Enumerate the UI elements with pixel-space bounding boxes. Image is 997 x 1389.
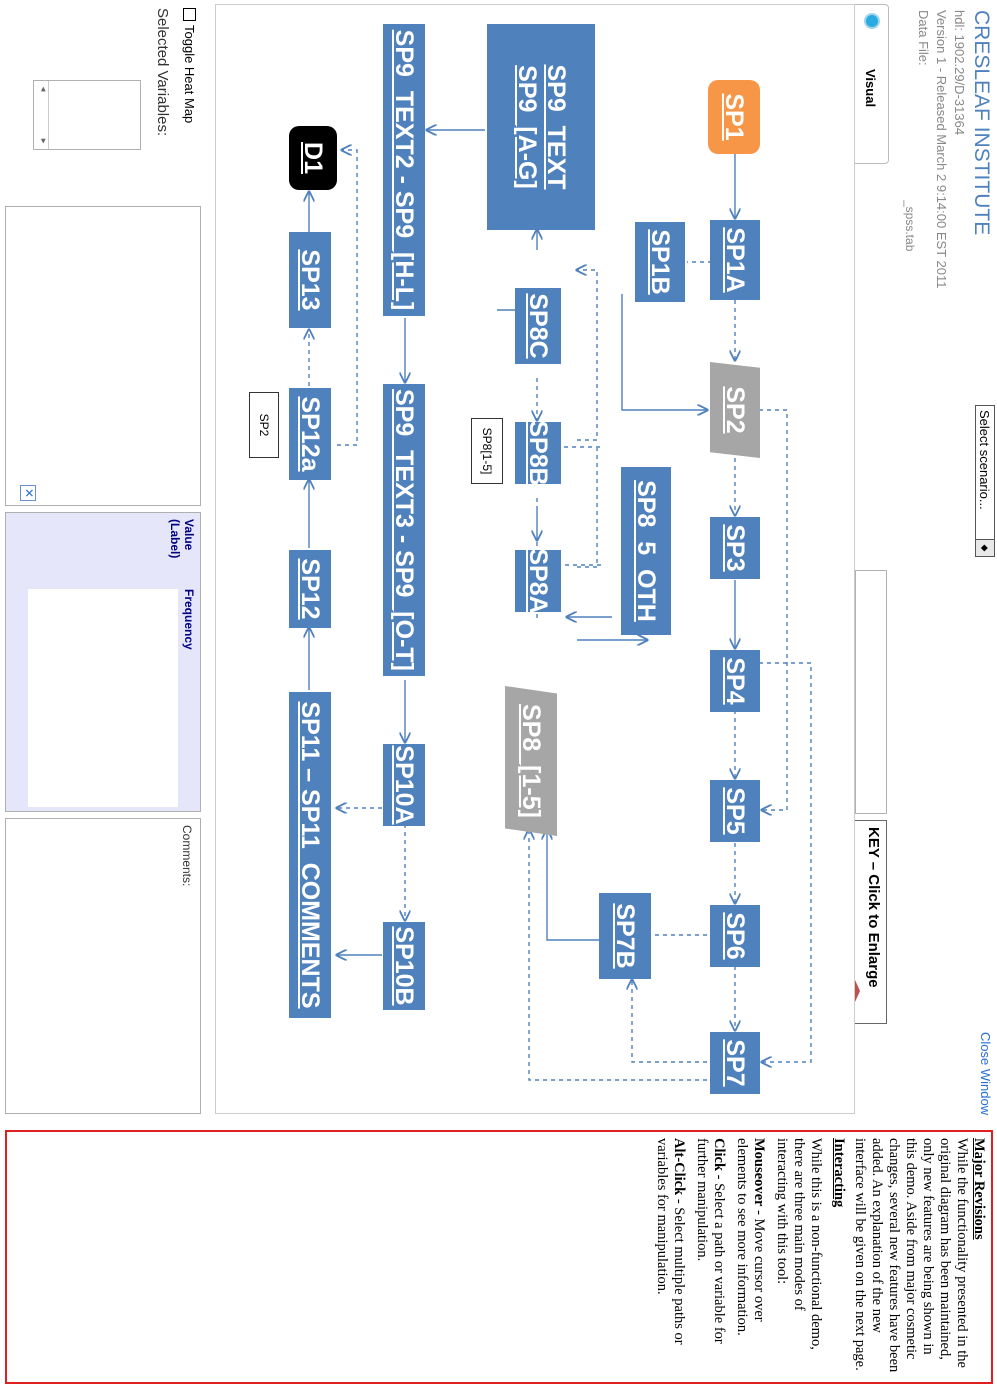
node-sp5[interactable]: SP5	[710, 780, 760, 842]
node-sp8c[interactable]: SP8C	[515, 288, 561, 364]
node-sp7[interactable]: SP7	[710, 1032, 760, 1094]
node-sp9-text-line2: SP9_[A-G]	[513, 65, 541, 189]
node-sp4[interactable]: SP4	[710, 650, 760, 712]
interacting-title: Interacting	[831, 1138, 847, 1208]
node-sp9-text[interactable]: SP9_TEXT SP9_[A-G]	[487, 24, 595, 230]
frequency-table-body	[28, 589, 178, 807]
close-icon[interactable]: ✕	[20, 485, 36, 501]
node-sp10b[interactable]: SP10B	[383, 922, 425, 1010]
click-note: Click - Select a path or variable for fu…	[693, 1138, 727, 1376]
node-sp7b[interactable]: SP7B	[599, 893, 651, 979]
major-revisions-title: Major Revisions	[971, 1138, 987, 1240]
major-revisions-body: While the functionality presented in the…	[852, 1138, 970, 1373]
toggle-heat-map[interactable]: Toggle Heat Map	[182, 8, 197, 123]
scroll-right-icon[interactable]: ►	[34, 137, 48, 145]
node-sp6[interactable]: SP6	[710, 905, 760, 967]
node-sp9-text2[interactable]: SP9_TEXT2 - SP9_[H-L]	[383, 24, 425, 316]
node-sp2[interactable]: SP2	[710, 362, 760, 458]
node-sp8a[interactable]: SP8A	[515, 548, 561, 614]
altclick-note: Alt-Click - Select multiple paths or var…	[653, 1138, 687, 1376]
scroll-left-icon[interactable]: ◄	[34, 85, 48, 93]
notes-panel: Major Revisions While the functionality …	[5, 1130, 993, 1384]
tag-sp8-1-5[interactable]: SP8[1-5]	[471, 418, 503, 484]
node-sp8-1-5[interactable]: SP8_[1-5]	[505, 686, 557, 836]
node-sp3[interactable]: SP3	[710, 517, 760, 579]
node-sp13[interactable]: SP13	[289, 232, 331, 328]
node-sp12a[interactable]: SP12a	[289, 388, 331, 480]
node-sp1b[interactable]: SP1B	[635, 222, 685, 302]
comments-label: Comments:	[180, 825, 194, 887]
mouseover-label: Mouseover	[751, 1138, 767, 1207]
node-sp11[interactable]: SP11 – SP11_COMMENTS	[289, 692, 331, 1018]
node-sp9-text3[interactable]: SP9_TEXT3 - SP9_[O-T]	[383, 384, 425, 676]
node-sp10a[interactable]: SP10A	[383, 744, 425, 826]
value-label-header: Value (Label)	[168, 519, 196, 559]
tag-sp2[interactable]: SP2	[249, 392, 279, 458]
selected-variables-label: Selected Variables:	[154, 8, 171, 137]
node-sp1a[interactable]: SP1A	[710, 220, 760, 300]
frequency-table: Value (Label) Frequency	[5, 512, 201, 812]
toggle-heat-map-label: Toggle Heat Map	[182, 25, 197, 124]
node-sp1[interactable]: SP1	[708, 80, 760, 154]
altclick-label: Alt-Click	[671, 1138, 687, 1196]
heat-map-checkbox[interactable]	[183, 8, 196, 21]
interacting-body: While this is a non-functional demo, the…	[774, 1138, 824, 1350]
mouseover-note: Mouseover - Move cursor over elements to…	[733, 1138, 767, 1376]
selected-variables-list[interactable]: ◄ ►	[33, 80, 141, 150]
variable-detail-panel: ✕	[5, 206, 201, 506]
frequency-header: Frequency	[182, 589, 196, 650]
list-scrollbar[interactable]: ◄ ►	[34, 81, 49, 149]
node-sp8-5-oth[interactable]: SP8_5_OTH	[621, 467, 671, 635]
node-sp8b[interactable]: SP8B	[515, 420, 561, 486]
comments-panel[interactable]: Comments:	[5, 818, 201, 1114]
click-label: Click	[711, 1138, 727, 1172]
node-d1[interactable]: D1	[289, 126, 337, 190]
node-sp9-text-line1: SP9_TEXT	[542, 64, 570, 190]
node-sp12[interactable]: SP12	[289, 550, 331, 628]
